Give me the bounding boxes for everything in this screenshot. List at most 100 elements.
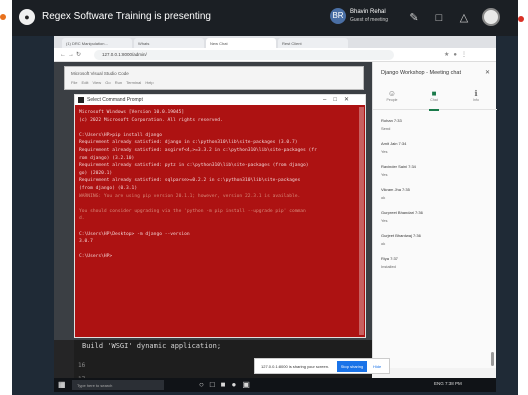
toast-text: 127.0.0.1:8000 is sharing your screen.	[261, 364, 330, 369]
presenter-role: Guest of meeting	[350, 17, 389, 23]
microphone-icon[interactable]: ●	[19, 9, 35, 25]
cmd-line: (c) 2022 Microsoft Corporation. All righ…	[79, 117, 223, 123]
vscode-title: Microsoft Visual Studio Code	[71, 71, 129, 76]
presenter-card[interactable]: BR Bhavin Rehal Guest of meeting	[330, 7, 392, 29]
browser-tab[interactable]: (1) DRC Manipulation…	[62, 38, 132, 48]
presenter-avatar: BR	[330, 8, 346, 24]
cmd-line: Requirement already satisfied: django in…	[79, 140, 298, 146]
chat-sender: Vikram Jha 7:35	[381, 187, 410, 192]
vscode-menu[interactable]: File Edit View Go Run Terminal Help	[71, 80, 154, 85]
teams-window: ● Regex Software Training is presenting …	[12, 0, 518, 395]
chat-text: ok	[381, 195, 386, 200]
tab-chat[interactable]: ■ Chat	[419, 89, 449, 111]
taskbar-search[interactable]: Type here to search	[72, 380, 164, 390]
presenting-title: Regex Software Training is presenting	[42, 11, 211, 22]
windows-taskbar: ▦ Type here to search ○□■●▣ ENG 7:38 PM	[54, 378, 496, 392]
alert-icon[interactable]: △	[457, 11, 471, 25]
tab-info[interactable]: ℹ Info	[461, 89, 491, 102]
left-edge	[0, 0, 12, 395]
cmd-line	[79, 124, 361, 132]
taskbar-apps-icon[interactable]: ○□■●▣	[199, 380, 256, 389]
system-tray-clock: ENG 7:38 PM	[434, 381, 462, 386]
browser-tab-strip: (1) DRC Manipulation… Whats New Chat Res…	[54, 36, 496, 48]
cmd-output[interactable]: Microsoft Windows [Version 10.0.19045] (c…	[79, 109, 361, 335]
chat-sender: Amit Jain 7:34	[381, 141, 407, 146]
screen-share-toast: 127.0.0.1:8000 is sharing your screen. S…	[254, 358, 390, 374]
shared-screen: (1) DRC Manipulation… Whats New Chat Res…	[54, 36, 497, 392]
browser-tab[interactable]: Whats	[134, 38, 204, 48]
desktop-app-area: Microsoft Visual Studio Code File Edit V…	[54, 62, 372, 392]
cmd-line: go) (2020.1)	[79, 170, 113, 176]
nav-arrows-icon[interactable]: ←→↻	[60, 51, 83, 58]
chat-sender: Riya 7:37	[381, 256, 398, 261]
panel-tabs: ☺ People ■ Chat ℹ Info	[373, 86, 497, 111]
line-number: 16	[78, 362, 86, 369]
chat-header: Django Workshop - Meeting chat	[381, 70, 461, 76]
close-icon[interactable]: ✕	[485, 69, 490, 76]
tab-label: Chat	[430, 98, 438, 102]
code-line[interactable]: Build 'WSGI' dynamic application;	[82, 342, 221, 350]
chat-sender: Gurpreet Bhandari 7:36	[381, 210, 423, 215]
pen-icon[interactable]: ✎	[407, 11, 421, 25]
cmd-line	[79, 246, 361, 254]
browser-toolbar: ←→↻ 127.0.0.1:8000/admin/ ★●⋮	[54, 48, 496, 62]
hide-button[interactable]: Hide	[373, 364, 381, 369]
chat-sender: Rohan 7:33	[381, 118, 402, 123]
address-bar[interactable]: 127.0.0.1:8000/admin/	[94, 50, 394, 60]
chat-text: Installed	[381, 264, 396, 269]
extensions-icon[interactable]: ★●⋮	[444, 51, 471, 58]
cmd-line: C:\Users\HP\Desktop> -m django --version	[79, 231, 190, 237]
chat-sender: Gurjeet Bhardwaj 7:36	[381, 233, 421, 238]
windows-start-icon[interactable]: ▦	[58, 380, 66, 389]
people-icon: ☺	[387, 89, 397, 98]
chat-message[interactable]: Vikram Jha 7:35 ok	[381, 187, 491, 210]
cmd-line: rom django) (3.2.10)	[79, 155, 135, 161]
presenter-name: Bhavin Rehal	[350, 9, 386, 15]
cmd-line: C:\Users\HP>	[79, 254, 113, 260]
cmd-icon	[78, 97, 84, 103]
chat-message[interactable]: Gurpreet Bhandari 7:36 Yes	[381, 210, 491, 233]
chat-text: Yes	[381, 172, 388, 177]
teams-top-bar: ● Regex Software Training is presenting …	[12, 0, 518, 36]
tab-label: Info	[473, 98, 479, 102]
share-icon[interactable]: □	[432, 11, 446, 25]
notification-dot	[0, 14, 6, 20]
chat-text: Yes	[381, 149, 388, 154]
cmd-line	[79, 223, 361, 231]
chat-sender: Ravinder Saini 7:34	[381, 164, 416, 169]
tab-people[interactable]: ☺ People	[377, 89, 407, 102]
right-edge	[518, 0, 528, 395]
chat-message[interactable]: Ravinder Saini 7:34 Yes	[381, 164, 491, 187]
cmd-line: d.	[79, 216, 85, 222]
cmd-line: Requirement already satisfied: pytz in c…	[79, 163, 309, 169]
cmd-line: Microsoft Windows [Version 10.0.19045]	[79, 110, 185, 115]
vscode-window-header: Microsoft Visual Studio Code File Edit V…	[64, 66, 364, 90]
cmd-line: WARNING: You are using pip version 20.1.…	[79, 193, 301, 199]
chat-message-list[interactable]: Rohan 7:33 Send Amit Jain 7:34 Yes Ravinder …	[381, 118, 491, 279]
chat-icon: ■	[431, 89, 437, 98]
cmd-scrollbar[interactable]	[359, 107, 364, 335]
chat-scrollbar[interactable]	[491, 352, 494, 366]
cmd-line: 3.0.7	[79, 239, 93, 245]
cmd-line	[79, 200, 361, 208]
chat-message[interactable]: Rohan 7:33 Send	[381, 118, 491, 141]
chat-message[interactable]: Riya 7:37 Installed	[381, 256, 491, 279]
chat-message[interactable]: Gurjeet Bhardwaj 7:36 ok	[381, 233, 491, 256]
stop-sharing-button[interactable]: Stop sharing	[337, 361, 367, 372]
user-avatar[interactable]	[482, 8, 500, 26]
cmd-line: You should consider upgrading via the 'p…	[79, 208, 306, 214]
chat-text: Yes	[381, 218, 388, 223]
cmd-title: Select Command Prompt	[87, 97, 143, 103]
command-prompt-window[interactable]: Select Command Prompt –□✕ Microsoft Wind…	[74, 94, 366, 338]
browser-tab[interactable]: Rest Client	[278, 38, 348, 48]
chat-text: Send	[381, 126, 391, 131]
recording-dot	[518, 16, 524, 22]
window-controls-icon[interactable]: –□✕	[323, 96, 356, 103]
cmd-line: C:\Users\HP>pip install django	[79, 132, 162, 138]
tab-label: People	[386, 98, 398, 102]
browser-tab-active[interactable]: New Chat	[206, 38, 276, 48]
cmd-line: (from django) (0.3.1)	[79, 185, 138, 191]
meeting-chat-panel: Django Workshop - Meeting chat ✕ ☺ Peopl…	[372, 62, 497, 368]
chat-message[interactable]: Amit Jain 7:34 Yes	[381, 141, 491, 164]
cmd-title-bar[interactable]: Select Command Prompt –□✕	[75, 95, 365, 105]
